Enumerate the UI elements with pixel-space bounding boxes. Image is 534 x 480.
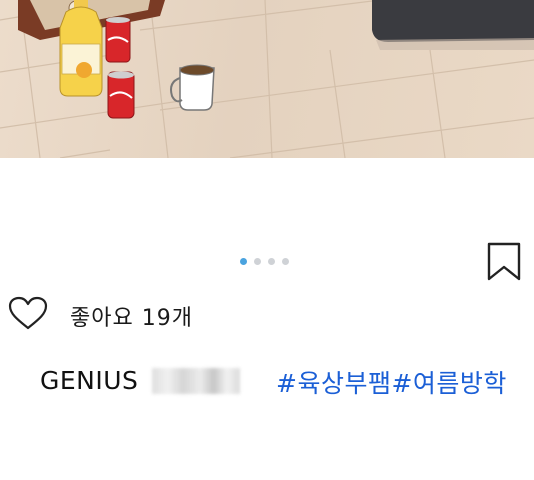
carousel-dot (254, 258, 261, 265)
caption-hashtags[interactable]: #육상부팸#여름방학 (276, 364, 507, 400)
juice-bottle-icon (59, 0, 103, 97)
soda-can-icon (105, 17, 131, 63)
bookmark-icon (487, 242, 521, 281)
bookmark-button[interactable] (486, 242, 522, 282)
carousel-dot-active (240, 258, 247, 265)
post-image[interactable] (0, 0, 534, 158)
carousel-dot (268, 258, 275, 265)
soda-can-icon (107, 71, 135, 119)
like-button[interactable] (8, 296, 48, 332)
post-image-illustration (0, 0, 534, 158)
caption-username[interactable]: GENIUS (40, 366, 138, 395)
heart-icon (8, 296, 48, 330)
likes-count[interactable]: 좋아요 19개 (70, 300, 193, 332)
mug-icon (170, 64, 215, 111)
carousel-dot (282, 258, 289, 265)
username-redaction (152, 368, 240, 394)
carousel-indicator (240, 258, 289, 265)
